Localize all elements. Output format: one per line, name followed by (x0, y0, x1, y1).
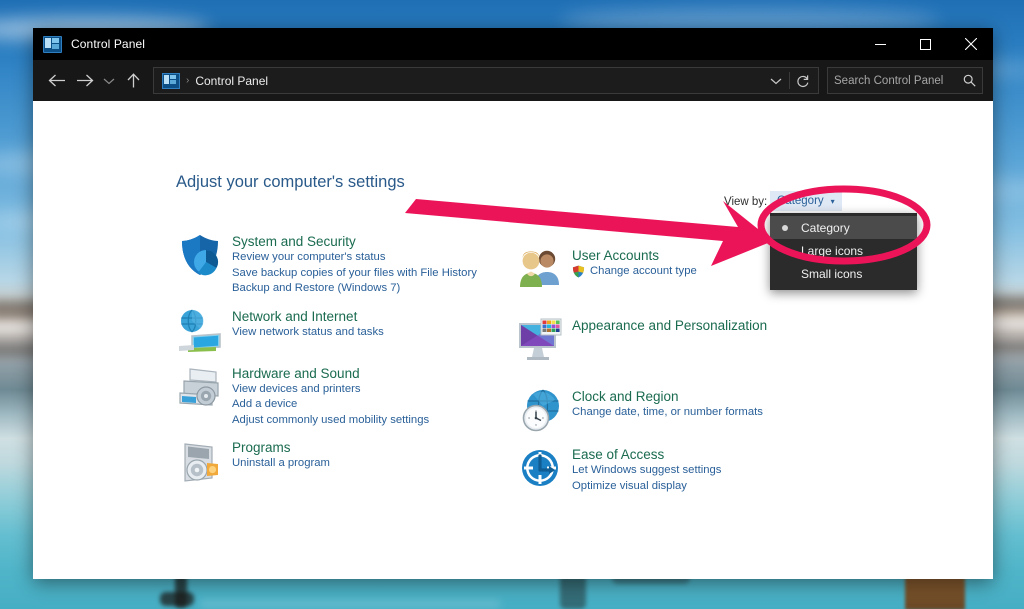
category-network-and-internet[interactable]: Network and Internet View network status… (176, 306, 526, 354)
category-text: Appearance and Personalization (572, 315, 767, 363)
forward-icon[interactable] (71, 67, 99, 95)
user-accounts-people-icon (516, 245, 564, 293)
appearance-monitor-palette-icon (516, 315, 564, 363)
category-column-right: User Accounts Change account type Appear… (516, 231, 866, 503)
category-heading[interactable]: Ease of Access (572, 446, 721, 463)
category-heading[interactable]: User Accounts (572, 247, 697, 264)
shield-security-icon (176, 231, 224, 279)
control-panel-content: Adjust your computer's settings View by:… (33, 101, 993, 579)
printer-device-icon (176, 363, 224, 411)
category-link[interactable]: Add a device (232, 397, 429, 413)
title-bar[interactable]: Control Panel (33, 28, 993, 60)
category-text: Clock and Region Change date, time, or n… (572, 386, 763, 434)
category-link[interactable]: Adjust commonly used mobility settings (232, 413, 429, 429)
category-text: Programs Uninstall a program (232, 437, 330, 485)
network-globe-monitor-icon (176, 306, 224, 354)
category-link[interactable]: Review your computer's status (232, 250, 477, 266)
window-controls (858, 28, 993, 60)
breadcrumb-control-panel[interactable]: Control Panel (195, 74, 268, 88)
address-dropdown-chevron-down-icon[interactable] (765, 69, 787, 92)
uac-shield-icon (572, 265, 585, 278)
view-by-value: Category (777, 195, 824, 207)
category-text: User Accounts Change account type (572, 245, 697, 293)
category-heading[interactable]: Appearance and Personalization (572, 317, 767, 334)
category-text: Ease of Access Let Windows suggest setti… (572, 444, 721, 494)
refresh-icon[interactable] (792, 69, 814, 92)
programs-disc-icon (176, 437, 224, 485)
category-heading[interactable]: Hardware and Sound (232, 365, 429, 382)
window-title: Control Panel (71, 37, 146, 51)
category-hardware-and-sound[interactable]: Hardware and Sound View devices and prin… (176, 363, 526, 429)
category-user-accounts[interactable]: User Accounts Change account type (516, 245, 866, 293)
category-link[interactable]: Save backup copies of your files with Fi… (232, 266, 477, 282)
category-column-left: System and Security Review your computer… (176, 231, 526, 503)
up-icon[interactable] (119, 67, 147, 95)
category-link[interactable]: View network status and tasks (232, 325, 384, 341)
control-panel-window: Control Panel › Control Panel Search Con… (33, 28, 993, 579)
minimize-button[interactable] (858, 28, 903, 60)
search-box[interactable]: Search Control Panel (827, 67, 983, 94)
page-title: Adjust your computer's settings (176, 173, 405, 191)
category-link[interactable]: Let Windows suggest settings (572, 463, 721, 479)
category-heading[interactable]: Clock and Region (572, 388, 763, 405)
ease-of-access-icon (516, 444, 564, 492)
recent-locations-chevron-down-icon[interactable] (99, 67, 119, 95)
view-by-dropdown-button[interactable]: Category ▾ (770, 191, 842, 211)
category-link-row[interactable]: Change account type (572, 264, 697, 280)
breadcrumb-separator: › (186, 75, 190, 86)
category-text: System and Security Review your computer… (232, 231, 477, 297)
chevron-down-icon: ▾ (830, 196, 835, 206)
category-grid: System and Security Review your computer… (176, 231, 896, 503)
search-input[interactable]: Search Control Panel (834, 75, 963, 87)
category-text: Hardware and Sound View devices and prin… (232, 363, 429, 429)
back-icon[interactable] (43, 67, 71, 95)
category-heading[interactable]: System and Security (232, 233, 477, 250)
category-programs[interactable]: Programs Uninstall a program (176, 437, 526, 485)
category-link[interactable]: Uninstall a program (232, 456, 330, 472)
category-ease-of-access[interactable]: Ease of Access Let Windows suggest setti… (516, 444, 866, 494)
maximize-button[interactable] (903, 28, 948, 60)
category-link[interactable]: Optimize visual display (572, 479, 721, 495)
address-divider (789, 72, 790, 89)
view-by-label: View by: (724, 196, 768, 208)
category-link[interactable]: Change date, time, or number formats (572, 405, 763, 421)
category-appearance-and-personalization[interactable]: Appearance and Personalization (516, 315, 866, 363)
clock-globe-icon (516, 386, 564, 434)
category-clock-and-region[interactable]: Clock and Region Change date, time, or n… (516, 386, 866, 434)
category-heading[interactable]: Network and Internet (232, 308, 384, 325)
control-panel-icon (43, 35, 62, 53)
breadcrumb-control-panel-icon (162, 72, 180, 89)
navigation-bar: › Control Panel Search Control Panel (33, 60, 993, 101)
category-system-and-security[interactable]: System and Security Review your computer… (176, 231, 526, 297)
category-heading[interactable]: Programs (232, 439, 330, 456)
address-bar[interactable]: › Control Panel (153, 67, 819, 94)
category-link[interactable]: View devices and printers (232, 382, 429, 398)
close-button[interactable] (948, 28, 993, 60)
category-link[interactable]: Backup and Restore (Windows 7) (232, 281, 477, 297)
category-link[interactable]: Change account type (590, 264, 697, 280)
search-icon[interactable] (963, 74, 976, 87)
category-text: Network and Internet View network status… (232, 306, 384, 354)
